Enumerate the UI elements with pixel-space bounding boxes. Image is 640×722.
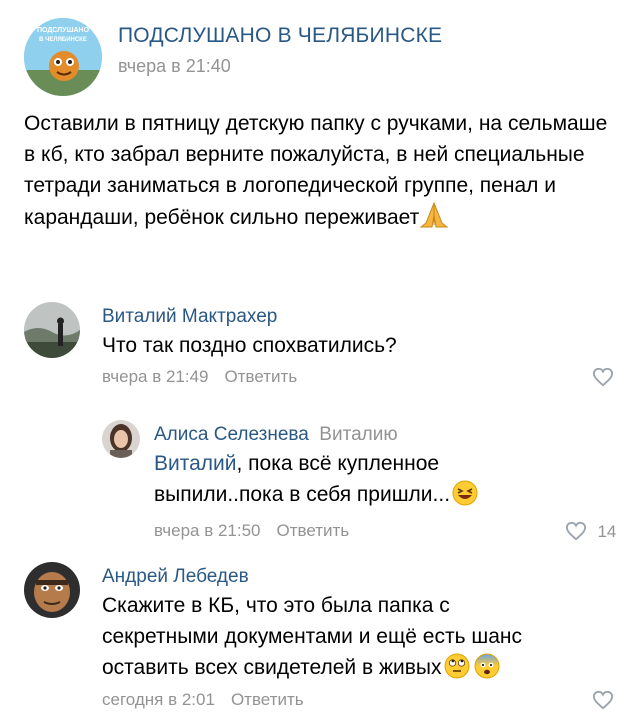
group-name[interactable]: ПОДСЛУШАНО В ЧЕЛЯБИНСКЕ bbox=[118, 24, 442, 48]
comment-meta: вчера в 21:49 Ответить bbox=[102, 367, 297, 387]
post-text: Оставили в пятницу детскую папку с ручка… bbox=[24, 108, 616, 238]
avatar-andrey[interactable] bbox=[24, 562, 80, 618]
comment-text: Виталий, пока всё купленное выпили..пока… bbox=[154, 448, 534, 515]
heart-icon bbox=[592, 367, 614, 387]
heart-icon bbox=[592, 690, 614, 710]
comment-author[interactable]: Андрей Лебедев bbox=[102, 566, 249, 588]
group-logo: ПОДСЛУШАНО В ЧЕЛЯБИНСКЕ bbox=[24, 18, 102, 96]
comment-author[interactable]: Виталий Мактрахер bbox=[102, 306, 277, 328]
like-button[interactable]: 14 bbox=[565, 521, 616, 542]
comment-time: вчера в 21:49 bbox=[102, 367, 209, 386]
like-button[interactable] bbox=[592, 367, 614, 392]
mention-link[interactable]: Виталий bbox=[154, 452, 237, 475]
avatar-vitaliy[interactable] bbox=[24, 302, 80, 358]
reply-header: Алиса Селезнева Виталию bbox=[154, 424, 398, 446]
reply-button[interactable]: Ответить bbox=[231, 690, 304, 709]
like-button[interactable] bbox=[592, 690, 614, 715]
comment-text: Скажите в КБ, что это была папка с секре… bbox=[102, 590, 572, 688]
group-avatar[interactable]: ПОДСЛУШАНО В ЧЕЛЯБИНСКЕ bbox=[24, 18, 102, 96]
comment-meta: сегодня в 2:01 Ответить bbox=[102, 690, 304, 710]
fearful-emoji-icon bbox=[474, 653, 500, 688]
comment-meta: вчера в 21:50 Ответить bbox=[154, 521, 349, 541]
rolling-eyes-emoji-icon bbox=[444, 653, 470, 688]
comment-author[interactable]: Алиса Селезнева bbox=[154, 424, 309, 445]
avatar-alisa[interactable] bbox=[102, 420, 140, 458]
logo-text-top: ПОДСЛУШАНО bbox=[37, 27, 90, 34]
logo-text-bottom: В ЧЕЛЯБИНСКЕ bbox=[39, 37, 87, 43]
like-count: 14 bbox=[597, 522, 617, 541]
post-text-content: Оставили в пятницу детскую папку с ручка… bbox=[24, 112, 608, 229]
comment-time: вчера в 21:50 bbox=[154, 521, 261, 540]
post-time: вчера в 21:40 bbox=[118, 56, 231, 76]
reply-to[interactable]: Виталию bbox=[319, 424, 397, 445]
reply-button[interactable]: Ответить bbox=[225, 367, 298, 386]
reply-button[interactable]: Ответить bbox=[277, 521, 350, 540]
comment-time: сегодня в 2:01 bbox=[102, 690, 215, 709]
heart-icon bbox=[565, 521, 587, 541]
pray-emoji-icon bbox=[419, 201, 449, 238]
laughing-emoji-icon bbox=[452, 480, 478, 515]
comment-text: Что так поздно спохватились? bbox=[102, 334, 397, 357]
